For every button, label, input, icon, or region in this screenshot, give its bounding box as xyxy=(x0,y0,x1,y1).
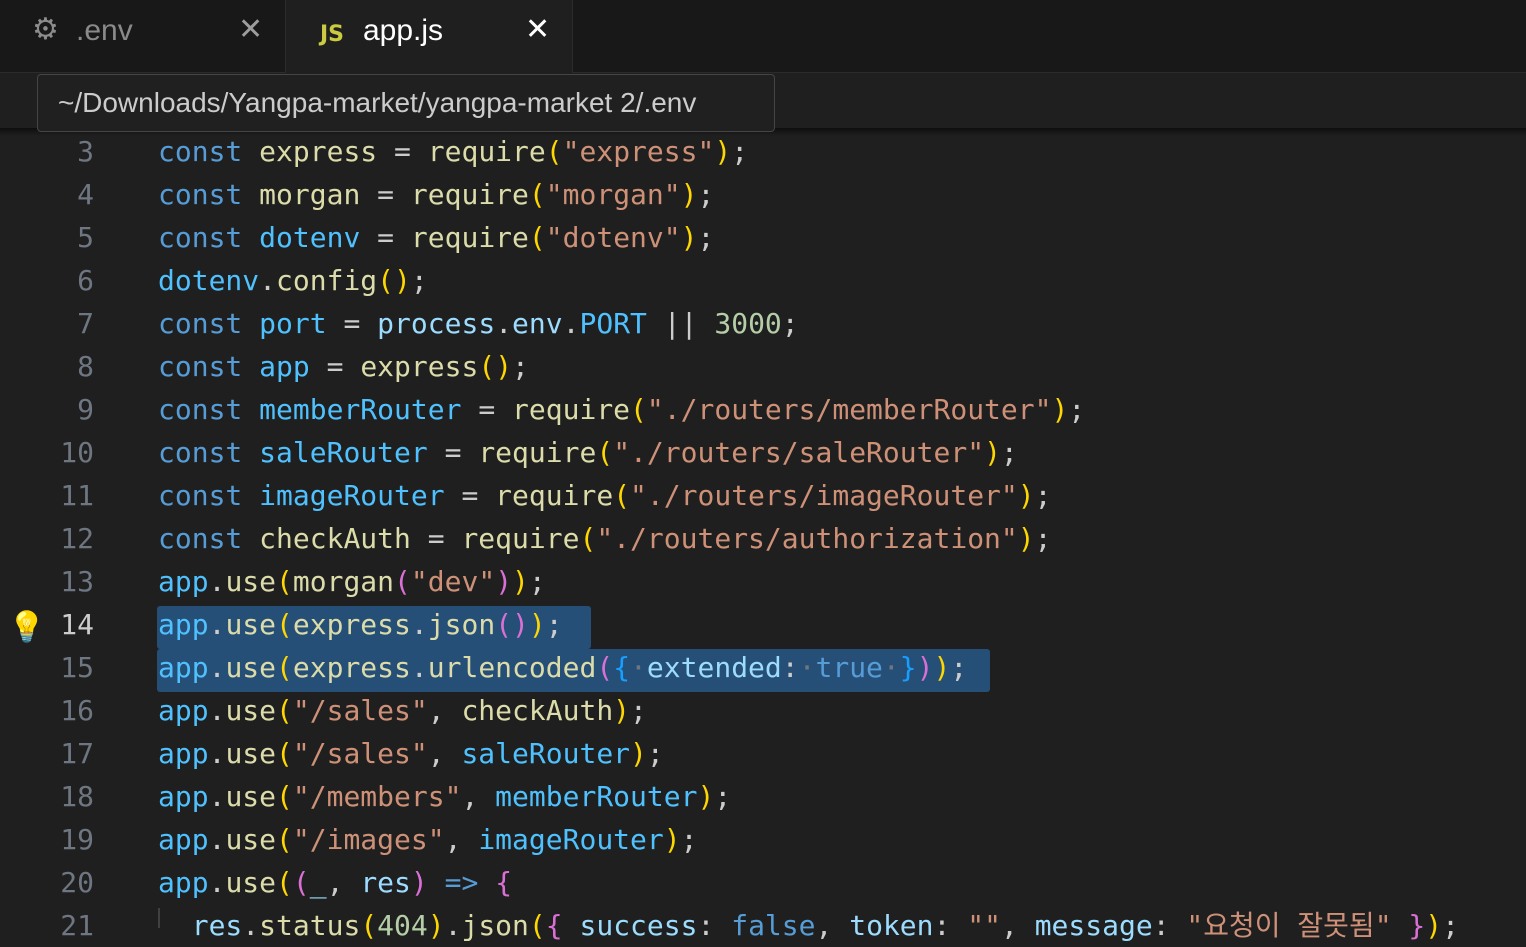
tab-bar: ⚙ .env ✕ JS app.js ✕ xyxy=(0,0,1526,73)
gear-icon: ⚙ xyxy=(32,13,59,46)
code-text[interactable]: app.use("/images", imageRouter); xyxy=(158,818,697,861)
code-line[interactable]: 4 const morgan = require("morgan"); xyxy=(0,173,1526,216)
code-text[interactable]: const checkAuth = require("./routers/aut… xyxy=(158,517,1051,560)
line-number: 15 xyxy=(60,651,94,684)
code-line[interactable]: 18 app.use("/members", memberRouter); xyxy=(0,775,1526,818)
code-text[interactable]: const port = process.env.PORT || 3000; xyxy=(158,302,799,345)
code-line[interactable]: 14 app.use(express.json()); xyxy=(0,603,1526,646)
code-text[interactable]: app.use("/members", memberRouter); xyxy=(158,775,731,818)
code-text[interactable]: const memberRouter = require("./routers/… xyxy=(158,388,1085,431)
line-number: 4 xyxy=(77,178,94,211)
close-icon[interactable]: ✕ xyxy=(525,12,550,47)
code-text[interactable]: app.use(express.json()); xyxy=(158,603,563,646)
close-icon[interactable]: ✕ xyxy=(238,12,263,47)
code-text[interactable]: app.use(express.urlencoded({·extended:·t… xyxy=(158,646,967,689)
tab-env[interactable]: ⚙ .env ✕ xyxy=(0,0,286,72)
tab-label: .env xyxy=(76,14,133,47)
line-number: 9 xyxy=(77,393,94,426)
code-text[interactable]: app.use("/sales", saleRouter); xyxy=(158,732,664,775)
tab-app-js[interactable]: JS app.js ✕ xyxy=(286,0,573,73)
code-line[interactable]: 17 app.use("/sales", saleRouter); xyxy=(0,732,1526,775)
code-text[interactable]: const morgan = require("morgan"); xyxy=(158,173,714,216)
code-text[interactable]: const express = require("express"); xyxy=(158,130,748,173)
line-number: 3 xyxy=(77,135,94,168)
code-line[interactable]: 11 const imageRouter = require("./routers… xyxy=(0,474,1526,517)
js-file-icon: JS xyxy=(320,22,345,47)
code-line[interactable]: 19 app.use("/images", imageRouter); xyxy=(0,818,1526,861)
line-number: 5 xyxy=(77,221,94,254)
code-text[interactable]: dotenv.config(); xyxy=(158,259,428,302)
code-text[interactable]: const dotenv = require("dotenv"); xyxy=(158,216,714,259)
line-number: 6 xyxy=(77,264,94,297)
line-number: 7 xyxy=(77,307,94,340)
line-number: 13 xyxy=(60,565,94,598)
line-number: 20 xyxy=(60,866,94,899)
code-text[interactable]: const saleRouter = require("./routers/sa… xyxy=(158,431,1018,474)
code-line[interactable]: 7 const port = process.env.PORT || 3000; xyxy=(0,302,1526,345)
path-tooltip: ~/Downloads/Yangpa-market/yangpa-market … xyxy=(37,74,775,132)
line-number: 16 xyxy=(60,694,94,727)
line-number: 18 xyxy=(60,780,94,813)
code-line[interactable]: 16 app.use("/sales", checkAuth); xyxy=(0,689,1526,732)
line-number: 17 xyxy=(60,737,94,770)
code-line[interactable]: 5 const dotenv = require("dotenv"); xyxy=(0,216,1526,259)
code-line[interactable]: 3 const express = require("express"); xyxy=(0,130,1526,173)
line-number: 12 xyxy=(60,522,94,555)
code-text[interactable]: app.use(morgan("dev")); xyxy=(158,560,546,603)
code-line[interactable]: 6 dotenv.config(); xyxy=(0,259,1526,302)
line-number: 11 xyxy=(60,479,94,512)
line-number: 8 xyxy=(77,350,94,383)
code-text[interactable]: app.use("/sales", checkAuth); xyxy=(158,689,647,732)
code-text[interactable]: const app = express(); xyxy=(158,345,529,388)
code-line[interactable]: 12 const checkAuth = require("./routers/a… xyxy=(0,517,1526,560)
code-line[interactable]: 20 app.use((_, res) => { xyxy=(0,861,1526,904)
line-number: 19 xyxy=(60,823,94,856)
code-line[interactable]: 9 const memberRouter = require("./routers… xyxy=(0,388,1526,431)
tab-label: app.js xyxy=(363,14,444,47)
line-number: 14 xyxy=(60,608,94,641)
code-line[interactable]: 10 const saleRouter = require("./routers/… xyxy=(0,431,1526,474)
code-text[interactable]: app.use((_, res) => { xyxy=(158,861,512,904)
code-line[interactable]: 15 app.use(express.urlencoded({·extended:… xyxy=(0,646,1526,689)
code-text[interactable]: const imageRouter = require("./routers/i… xyxy=(158,474,1052,517)
code-line[interactable]: 13 app.use(morgan("dev")); xyxy=(0,560,1526,603)
line-number: 10 xyxy=(60,436,94,469)
code-editor[interactable]: 💡 3 const express = require("express"); 4 c… xyxy=(0,130,1526,942)
code-line[interactable]: 8 const app = express(); xyxy=(0,345,1526,388)
